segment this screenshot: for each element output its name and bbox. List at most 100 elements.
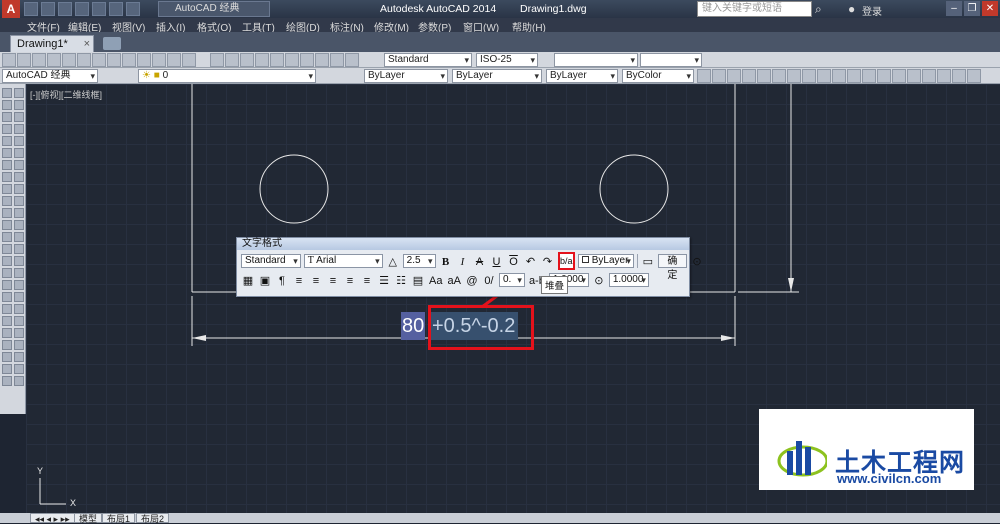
dimension-tool-icon[interactable] <box>952 69 966 83</box>
draw-tool-icon[interactable] <box>2 328 12 338</box>
mtext-main-value[interactable]: 80 <box>401 312 426 340</box>
dimension-tool-icon[interactable] <box>892 69 906 83</box>
draw-tool-icon[interactable] <box>2 196 12 206</box>
dim-style-combo[interactable]: ISO-25 <box>476 53 538 67</box>
draw-tool-icon[interactable] <box>14 220 24 230</box>
draw-tool-icon[interactable] <box>14 160 24 170</box>
toolbar-tool-icon[interactable] <box>300 53 314 67</box>
undo-button[interactable]: ↶ <box>524 254 538 268</box>
draw-tool-icon[interactable] <box>2 136 12 146</box>
toolbar-tool-icon[interactable] <box>32 53 46 67</box>
dimension-tool-icon[interactable] <box>907 69 921 83</box>
dimension-tool-icon[interactable] <box>922 69 936 83</box>
print-icon[interactable] <box>92 2 106 16</box>
justify-icon[interactable]: ≡ <box>343 273 357 287</box>
draw-tool-icon[interactable] <box>2 280 12 290</box>
overline-button[interactable]: O <box>507 254 521 268</box>
draw-tool-icon[interactable] <box>14 256 24 266</box>
draw-tool-icon[interactable] <box>14 328 24 338</box>
close-tab-icon[interactable]: × <box>84 36 90 52</box>
table-style-combo[interactable] <box>554 53 638 67</box>
text-height-select[interactable]: 2.5 <box>402 254 436 268</box>
underline-button[interactable]: U <box>490 254 504 268</box>
dimension-tool-icon[interactable] <box>697 69 711 83</box>
draw-tool-icon[interactable] <box>14 184 24 194</box>
draw-tool-icon[interactable] <box>2 124 12 134</box>
toolbar-tool-icon[interactable] <box>240 53 254 67</box>
toolbar-tool-icon[interactable] <box>345 53 359 67</box>
paragraph-icon[interactable]: ¶ <box>275 273 289 287</box>
toolbar-tool-icon[interactable] <box>315 53 329 67</box>
draw-tool-icon[interactable] <box>2 376 12 386</box>
options-icon[interactable]: ⊙ <box>690 254 704 268</box>
draw-tool-icon[interactable] <box>2 340 12 350</box>
draw-tool-icon[interactable] <box>14 316 24 326</box>
save-as-icon[interactable] <box>75 2 89 16</box>
save-icon[interactable] <box>58 2 72 16</box>
toolbar-tool-icon[interactable] <box>92 53 106 67</box>
draw-tool-icon[interactable] <box>14 196 24 206</box>
draw-tool-icon[interactable] <box>14 148 24 158</box>
draw-tool-icon[interactable] <box>2 160 12 170</box>
toolbar-tool-icon[interactable] <box>182 53 196 67</box>
dimension-tool-icon[interactable] <box>832 69 846 83</box>
dimension-tool-icon[interactable] <box>787 69 801 83</box>
draw-tool-icon[interactable] <box>14 340 24 350</box>
toolbar-tool-icon[interactable] <box>285 53 299 67</box>
insert-field-icon[interactable]: ▤ <box>411 273 425 287</box>
toolbar-tool-icon[interactable] <box>270 53 284 67</box>
login-button[interactable]: 登录 <box>862 3 882 18</box>
toolbar-tool-icon[interactable] <box>152 53 166 67</box>
redo-button[interactable]: ↷ <box>541 254 555 268</box>
toolbar-tool-icon[interactable] <box>167 53 181 67</box>
uppercase-icon[interactable]: Aa <box>428 273 443 287</box>
toolbar-tool-icon[interactable] <box>330 53 344 67</box>
draw-tool-icon[interactable] <box>2 172 12 182</box>
draw-tool-icon[interactable] <box>2 100 12 110</box>
text-format-title[interactable]: 文字格式 <box>237 238 689 250</box>
draw-tool-icon[interactable] <box>2 268 12 278</box>
draw-tool-icon[interactable] <box>14 88 24 98</box>
align-left-icon[interactable]: ≡ <box>292 273 306 287</box>
dimension-tool-icon[interactable] <box>967 69 981 83</box>
maximize-icon[interactable]: ❐ <box>964 1 980 16</box>
draw-tool-icon[interactable] <box>2 232 12 242</box>
draw-tool-icon[interactable] <box>2 244 12 254</box>
dimension-tool-icon[interactable] <box>727 69 741 83</box>
draw-tool-icon[interactable] <box>2 220 12 230</box>
columns-icon[interactable]: ▦ <box>241 273 255 287</box>
toolbar-tool-icon[interactable] <box>107 53 121 67</box>
stack-button[interactable]: b/a <box>557 252 575 270</box>
toolbar-tool-icon[interactable] <box>77 53 91 67</box>
draw-tool-icon[interactable] <box>2 148 12 158</box>
redo-icon[interactable] <box>126 2 140 16</box>
dimension-tool-icon[interactable] <box>862 69 876 83</box>
draw-tool-icon[interactable] <box>2 292 12 302</box>
draw-tool-icon[interactable] <box>14 364 24 374</box>
new-tab-button[interactable] <box>103 37 121 50</box>
draw-tool-icon[interactable] <box>14 172 24 182</box>
draw-tool-icon[interactable] <box>14 100 24 110</box>
draw-tool-icon[interactable] <box>2 304 12 314</box>
nav-arrows-icon[interactable]: ◂◂ ◂ ▸ ▸▸ <box>30 513 75 524</box>
tab-layout1[interactable]: 布局1 <box>102 513 136 524</box>
close-icon[interactable]: ✕ <box>982 1 998 16</box>
draw-tool-icon[interactable] <box>14 232 24 242</box>
toolbar-tool-icon[interactable] <box>17 53 31 67</box>
annotative-icon[interactable]: △ <box>386 254 400 268</box>
draw-tool-icon[interactable] <box>14 292 24 302</box>
oblique-icon[interactable]: 0/ <box>482 273 496 287</box>
dimension-tool-icon[interactable] <box>712 69 726 83</box>
font-select[interactable]: T Arial <box>303 254 383 268</box>
width-factor-icon[interactable]: ⊙ <box>592 273 606 287</box>
text-style-combo[interactable]: Standard <box>384 53 472 67</box>
line-spacing-icon[interactable]: ☰ <box>377 273 391 287</box>
ruler-icon[interactable]: ▭ <box>641 254 655 268</box>
plotstyle-combo[interactable]: ByColor <box>622 69 694 83</box>
dimension-tool-icon[interactable] <box>802 69 816 83</box>
draw-tool-icon[interactable] <box>2 316 12 326</box>
workspace-combo[interactable]: AutoCAD 经典 <box>2 69 98 83</box>
lowercase-icon[interactable]: aA <box>446 273 461 287</box>
numbering-icon[interactable]: ☷ <box>394 273 408 287</box>
workspace-select[interactable]: AutoCAD 经典 <box>158 1 270 17</box>
